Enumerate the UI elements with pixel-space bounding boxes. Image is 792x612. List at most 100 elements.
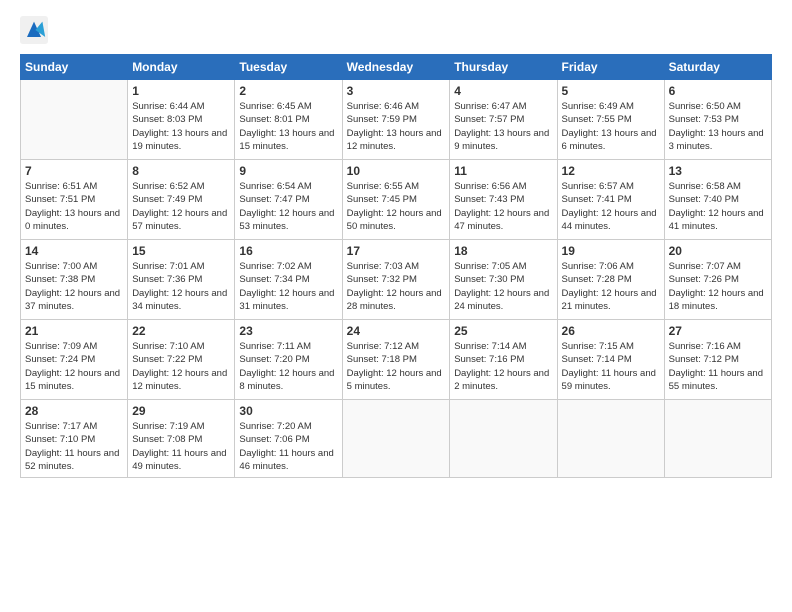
calendar-cell: 24 Sunrise: 7:12 AMSunset: 7:18 PMDayligh… (342, 320, 450, 400)
week-row-4: 21Sunrise: 7:09 AMSunset: 7:24 PMDayligh… (21, 320, 772, 400)
day-number: 15 (132, 244, 230, 258)
day-info: Sunrise: 6:47 AMSunset: 7:57 PMDaylight:… (454, 100, 552, 153)
calendar-cell: 18Sunrise: 7:05 AMSunset: 7:30 PMDayligh… (450, 240, 557, 320)
week-row-3: 14Sunrise: 7:00 AMSunset: 7:38 PMDayligh… (21, 240, 772, 320)
day-info: Sunrise: 6:58 AMSunset: 7:40 PMDaylight:… (669, 180, 767, 233)
day-info: Sunrise: 6:56 AMSunset: 7:43 PMDaylight:… (454, 180, 552, 233)
calendar-cell: 17 Sunrise: 7:03 AMSunset: 7:32 PMDayligh… (342, 240, 450, 320)
calendar-cell: 14Sunrise: 7:00 AMSunset: 7:38 PMDayligh… (21, 240, 128, 320)
day-number: 6 (669, 84, 767, 98)
calendar-cell: 5Sunrise: 6:49 AMSunset: 7:55 PMDaylight… (557, 80, 664, 160)
day-number: 12 (562, 164, 660, 178)
day-number: 1 (132, 84, 230, 98)
day-number: 24 (347, 324, 446, 338)
header-wednesday: Wednesday (342, 55, 450, 80)
header (20, 16, 772, 44)
day-info: Sunrise: 7:14 AMSunset: 7:16 PMDaylight:… (454, 340, 552, 393)
calendar-cell: 7 Sunrise: 6:51 AMSunset: 7:51 PMDaylight… (21, 160, 128, 240)
calendar-cell: 28Sunrise: 7:17 AMSunset: 7:10 PMDayligh… (21, 400, 128, 478)
day-number: 20 (669, 244, 767, 258)
day-number: 9 (239, 164, 337, 178)
day-number: 22 (132, 324, 230, 338)
day-info: Sunrise: 7:03 AMSunset: 7:32 PMDaylight:… (347, 260, 446, 313)
day-info: Sunrise: 6:57 AMSunset: 7:41 PMDaylight:… (562, 180, 660, 233)
calendar-cell: 1 Sunrise: 6:44 AMSunset: 8:03 PMDaylight… (128, 80, 235, 160)
day-info: Sunrise: 7:15 AMSunset: 7:14 PMDaylight:… (562, 340, 660, 393)
day-info: Sunrise: 7:16 AMSunset: 7:12 PMDaylight:… (669, 340, 767, 393)
calendar-cell: 29 Sunrise: 7:19 AMSunset: 7:08 PMDayligh… (128, 400, 235, 478)
week-row-5: 28Sunrise: 7:17 AMSunset: 7:10 PMDayligh… (21, 400, 772, 478)
day-number: 23 (239, 324, 337, 338)
calendar-cell: 9 Sunrise: 6:54 AMSunset: 7:47 PMDaylight… (235, 160, 342, 240)
calendar-cell: 11 Sunrise: 6:56 AMSunset: 7:43 PMDayligh… (450, 160, 557, 240)
calendar-cell: 26 Sunrise: 7:15 AMSunset: 7:14 PMDayligh… (557, 320, 664, 400)
calendar-cell: 12 Sunrise: 6:57 AMSunset: 7:41 PMDayligh… (557, 160, 664, 240)
day-info: Sunrise: 6:44 AMSunset: 8:03 PMDaylight:… (132, 100, 230, 153)
calendar-cell (21, 80, 128, 160)
day-number: 3 (347, 84, 446, 98)
header-tuesday: Tuesday (235, 55, 342, 80)
day-info: Sunrise: 6:46 AMSunset: 7:59 PMDaylight:… (347, 100, 446, 153)
day-number: 14 (25, 244, 123, 258)
day-info: Sunrise: 7:02 AMSunset: 7:34 PMDaylight:… (239, 260, 337, 313)
header-thursday: Thursday (450, 55, 557, 80)
day-info: Sunrise: 7:01 AMSunset: 7:36 PMDaylight:… (132, 260, 230, 313)
header-saturday: Saturday (664, 55, 771, 80)
day-number: 16 (239, 244, 337, 258)
day-info: Sunrise: 6:45 AMSunset: 8:01 PMDaylight:… (239, 100, 337, 153)
calendar-cell: 23 Sunrise: 7:11 AMSunset: 7:20 PMDayligh… (235, 320, 342, 400)
calendar-cell (664, 400, 771, 478)
day-number: 28 (25, 404, 123, 418)
day-number: 27 (669, 324, 767, 338)
calendar-cell (450, 400, 557, 478)
day-number: 13 (669, 164, 767, 178)
calendar-cell: 3 Sunrise: 6:46 AMSunset: 7:59 PMDaylight… (342, 80, 450, 160)
calendar-cell: 4 Sunrise: 6:47 AMSunset: 7:57 PMDaylight… (450, 80, 557, 160)
day-number: 26 (562, 324, 660, 338)
day-info: Sunrise: 6:51 AMSunset: 7:51 PMDaylight:… (25, 180, 123, 233)
day-info: Sunrise: 6:49 AMSunset: 7:55 PMDaylight:… (562, 100, 660, 153)
day-info: Sunrise: 7:20 AMSunset: 7:06 PMDaylight:… (239, 420, 337, 473)
day-number: 17 (347, 244, 446, 258)
day-number: 4 (454, 84, 552, 98)
day-number: 11 (454, 164, 552, 178)
day-number: 25 (454, 324, 552, 338)
day-info: Sunrise: 7:12 AMSunset: 7:18 PMDaylight:… (347, 340, 446, 393)
header-friday: Friday (557, 55, 664, 80)
day-number: 29 (132, 404, 230, 418)
calendar-cell: 19Sunrise: 7:06 AMSunset: 7:28 PMDayligh… (557, 240, 664, 320)
calendar-cell (342, 400, 450, 478)
week-row-2: 7 Sunrise: 6:51 AMSunset: 7:51 PMDaylight… (21, 160, 772, 240)
calendar-header-row: SundayMondayTuesdayWednesdayThursdayFrid… (21, 55, 772, 80)
day-info: Sunrise: 7:11 AMSunset: 7:20 PMDaylight:… (239, 340, 337, 393)
calendar-cell: 22 Sunrise: 7:10 AMSunset: 7:22 PMDayligh… (128, 320, 235, 400)
day-number: 7 (25, 164, 123, 178)
day-number: 21 (25, 324, 123, 338)
calendar-cell: 2 Sunrise: 6:45 AMSunset: 8:01 PMDaylight… (235, 80, 342, 160)
day-number: 10 (347, 164, 446, 178)
calendar-cell: 15 Sunrise: 7:01 AMSunset: 7:36 PMDayligh… (128, 240, 235, 320)
day-number: 19 (562, 244, 660, 258)
day-info: Sunrise: 7:07 AMSunset: 7:26 PMDaylight:… (669, 260, 767, 313)
calendar-cell: 21Sunrise: 7:09 AMSunset: 7:24 PMDayligh… (21, 320, 128, 400)
logo (20, 16, 52, 44)
day-number: 30 (239, 404, 337, 418)
calendar-cell: 20 Sunrise: 7:07 AMSunset: 7:26 PMDayligh… (664, 240, 771, 320)
calendar-cell: 30 Sunrise: 7:20 AMSunset: 7:06 PMDayligh… (235, 400, 342, 478)
calendar-cell: 10Sunrise: 6:55 AMSunset: 7:45 PMDayligh… (342, 160, 450, 240)
day-number: 2 (239, 84, 337, 98)
header-sunday: Sunday (21, 55, 128, 80)
day-info: Sunrise: 7:10 AMSunset: 7:22 PMDaylight:… (132, 340, 230, 393)
day-info: Sunrise: 6:50 AMSunset: 7:53 PMDaylight:… (669, 100, 767, 153)
day-number: 18 (454, 244, 552, 258)
logo-icon (20, 16, 48, 44)
header-monday: Monday (128, 55, 235, 80)
calendar-cell: 13 Sunrise: 6:58 AMSunset: 7:40 PMDayligh… (664, 160, 771, 240)
calendar-cell: 16 Sunrise: 7:02 AMSunset: 7:34 PMDayligh… (235, 240, 342, 320)
calendar: SundayMondayTuesdayWednesdayThursdayFrid… (20, 54, 772, 478)
day-info: Sunrise: 6:54 AMSunset: 7:47 PMDaylight:… (239, 180, 337, 233)
day-number: 8 (132, 164, 230, 178)
calendar-cell: 8Sunrise: 6:52 AMSunset: 7:49 PMDaylight… (128, 160, 235, 240)
day-info: Sunrise: 7:19 AMSunset: 7:08 PMDaylight:… (132, 420, 230, 473)
page: SundayMondayTuesdayWednesdayThursdayFrid… (0, 0, 792, 612)
